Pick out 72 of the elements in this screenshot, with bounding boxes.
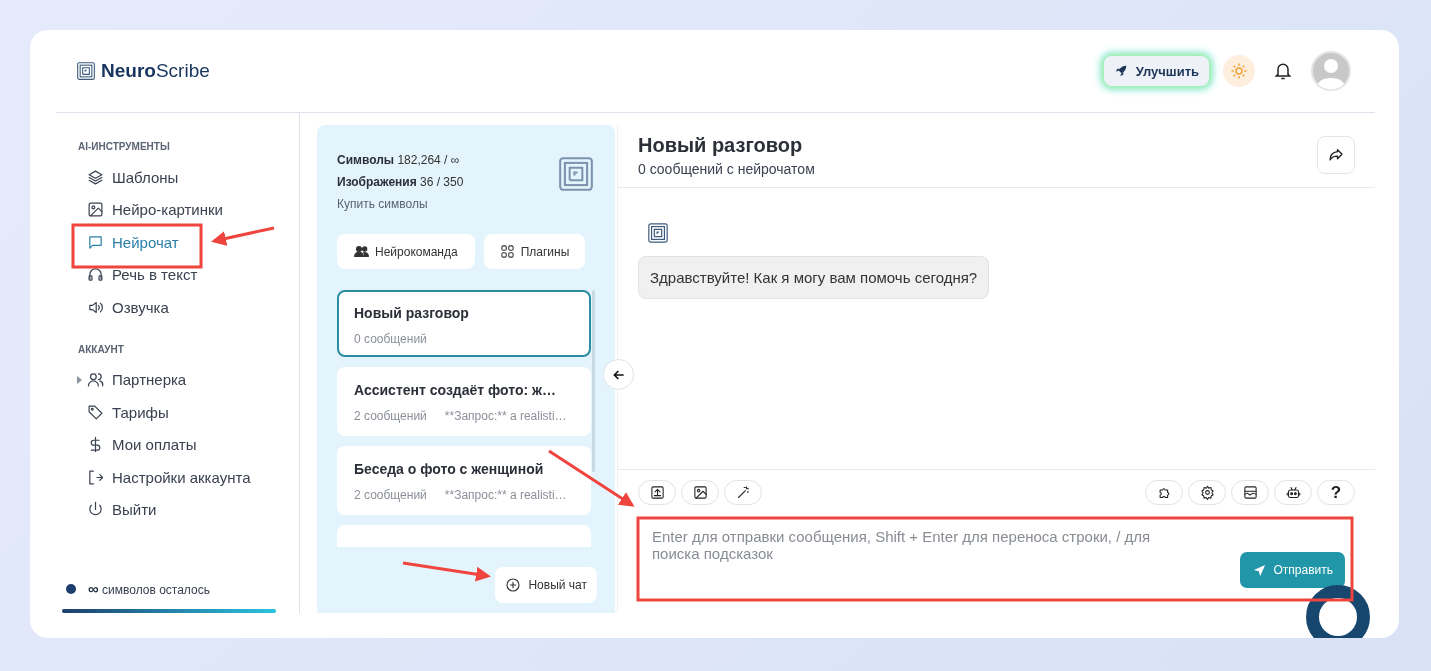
message-count: 0 сообщений bbox=[354, 332, 427, 346]
chat-card[interactable]: Новый разговор 0 сообщений bbox=[337, 290, 591, 357]
image-icon bbox=[87, 201, 104, 219]
tool-button[interactable] bbox=[638, 480, 676, 505]
annotation-arrow bbox=[211, 226, 275, 246]
new-chat-button[interactable]: Новый чат bbox=[495, 567, 597, 603]
chat-subtitle: 0 сообщений с нейрочатом bbox=[638, 161, 815, 177]
message-count: 2 сообщений bbox=[354, 488, 427, 502]
logo-icon bbox=[557, 155, 595, 193]
sidebar-item[interactable]: Выйти bbox=[56, 493, 299, 526]
sidebar-item[interactable]: Шаблоны bbox=[56, 161, 299, 194]
chat-card[interactable]: Беседа о фото с женщиной 2 сообщений **Запрос:** a realisti… bbox=[337, 446, 591, 515]
send-icon bbox=[1252, 562, 1268, 578]
sidebar-item[interactable]: Тарифы bbox=[56, 396, 299, 429]
tool-button[interactable] bbox=[1145, 480, 1183, 505]
chat-preview: **Запрос:** a realisti… bbox=[444, 409, 567, 423]
usage-stat: Символы 182,264 / ∞ bbox=[337, 152, 461, 169]
bot-avatar-icon bbox=[647, 222, 669, 244]
chat-preview: **Запрос:** a realisti… bbox=[444, 488, 567, 502]
grid-icon bbox=[499, 244, 515, 259]
sidebar-item[interactable]: Нейрочат bbox=[56, 226, 299, 259]
chat-card[interactable]: Ассистент создаёт фото: ж… 2 сообщений **Запрос:** a realisti… bbox=[337, 367, 591, 436]
logout-icon bbox=[87, 468, 104, 486]
tool-button[interactable] bbox=[1231, 480, 1269, 505]
upload-icon bbox=[649, 485, 665, 500]
chat-title: Беседа о фото с женщиной bbox=[354, 461, 545, 477]
tag-icon bbox=[87, 403, 104, 421]
sidebar-item[interactable]: Партнерка bbox=[56, 363, 299, 396]
upgrade-button[interactable]: Улучшить bbox=[1103, 56, 1209, 86]
help-button[interactable]: ? bbox=[1317, 480, 1355, 505]
logo-icon bbox=[76, 61, 96, 81]
caret-icon[interactable] bbox=[77, 375, 82, 384]
message-bubble: Здравствуйте! Как я могу вам помочь сегодня? bbox=[638, 256, 990, 299]
section-heading: АККАУНТ bbox=[77, 343, 125, 355]
sidebar-item[interactable]: Нейро-картинки bbox=[56, 193, 299, 226]
plugins-button[interactable]: Плагины bbox=[483, 234, 586, 269]
chat-title: Ассистент создаёт фото: ж… bbox=[354, 382, 558, 398]
send-button[interactable]: Отправить bbox=[1240, 552, 1345, 588]
sidebar-item[interactable]: Настройки аккаунта bbox=[56, 461, 299, 494]
settings-icon bbox=[1199, 485, 1215, 500]
robot-icon bbox=[1285, 485, 1301, 500]
rocket-icon bbox=[1113, 64, 1128, 78]
message-count: 2 сообщений bbox=[354, 409, 427, 423]
puzzle-icon bbox=[1156, 485, 1172, 500]
plus-circle-icon bbox=[505, 577, 522, 593]
sidebar-item[interactable]: Мои оплаты bbox=[56, 428, 299, 461]
image-icon bbox=[692, 485, 708, 500]
headphones-icon bbox=[87, 266, 104, 284]
chat-widget-button[interactable] bbox=[1306, 585, 1370, 638]
usage-stat: Изображения 36 / 350 bbox=[337, 174, 464, 191]
status-dot bbox=[66, 583, 76, 594]
logo-text: NeuroScribe bbox=[101, 60, 210, 82]
team-button[interactable]: Нейрокоманда bbox=[337, 234, 475, 269]
panel-icon bbox=[1242, 485, 1258, 500]
people-icon bbox=[354, 244, 369, 259]
tool-button[interactable] bbox=[1188, 480, 1226, 505]
tool-button[interactable] bbox=[681, 480, 719, 505]
tool-button[interactable] bbox=[1274, 480, 1312, 505]
sidebar-item[interactable]: Озвучка bbox=[56, 291, 299, 324]
share-button[interactable] bbox=[1317, 136, 1355, 174]
chat-title: Новый разговор bbox=[354, 305, 470, 321]
section-heading: AI-ИНСТРУМЕНТЫ bbox=[77, 141, 171, 152]
sidebar-item[interactable]: Речь в текст bbox=[56, 258, 299, 291]
magic-wand-icon bbox=[735, 485, 751, 500]
buy-link[interactable]: Купить символы bbox=[337, 193, 464, 215]
message-field[interactable]: Enter для отправки сообщения, Shift + Enter для переноса строки, / для поиска подсказок Отправить bbox=[638, 516, 1355, 598]
users-icon bbox=[87, 371, 104, 389]
layers-icon bbox=[87, 168, 104, 186]
chat-title: Новый разговор bbox=[638, 134, 804, 157]
chat-bubble-icon bbox=[87, 233, 104, 251]
balance-label: ∞ символов осталось bbox=[88, 580, 210, 597]
scrollbar[interactable] bbox=[592, 290, 595, 472]
